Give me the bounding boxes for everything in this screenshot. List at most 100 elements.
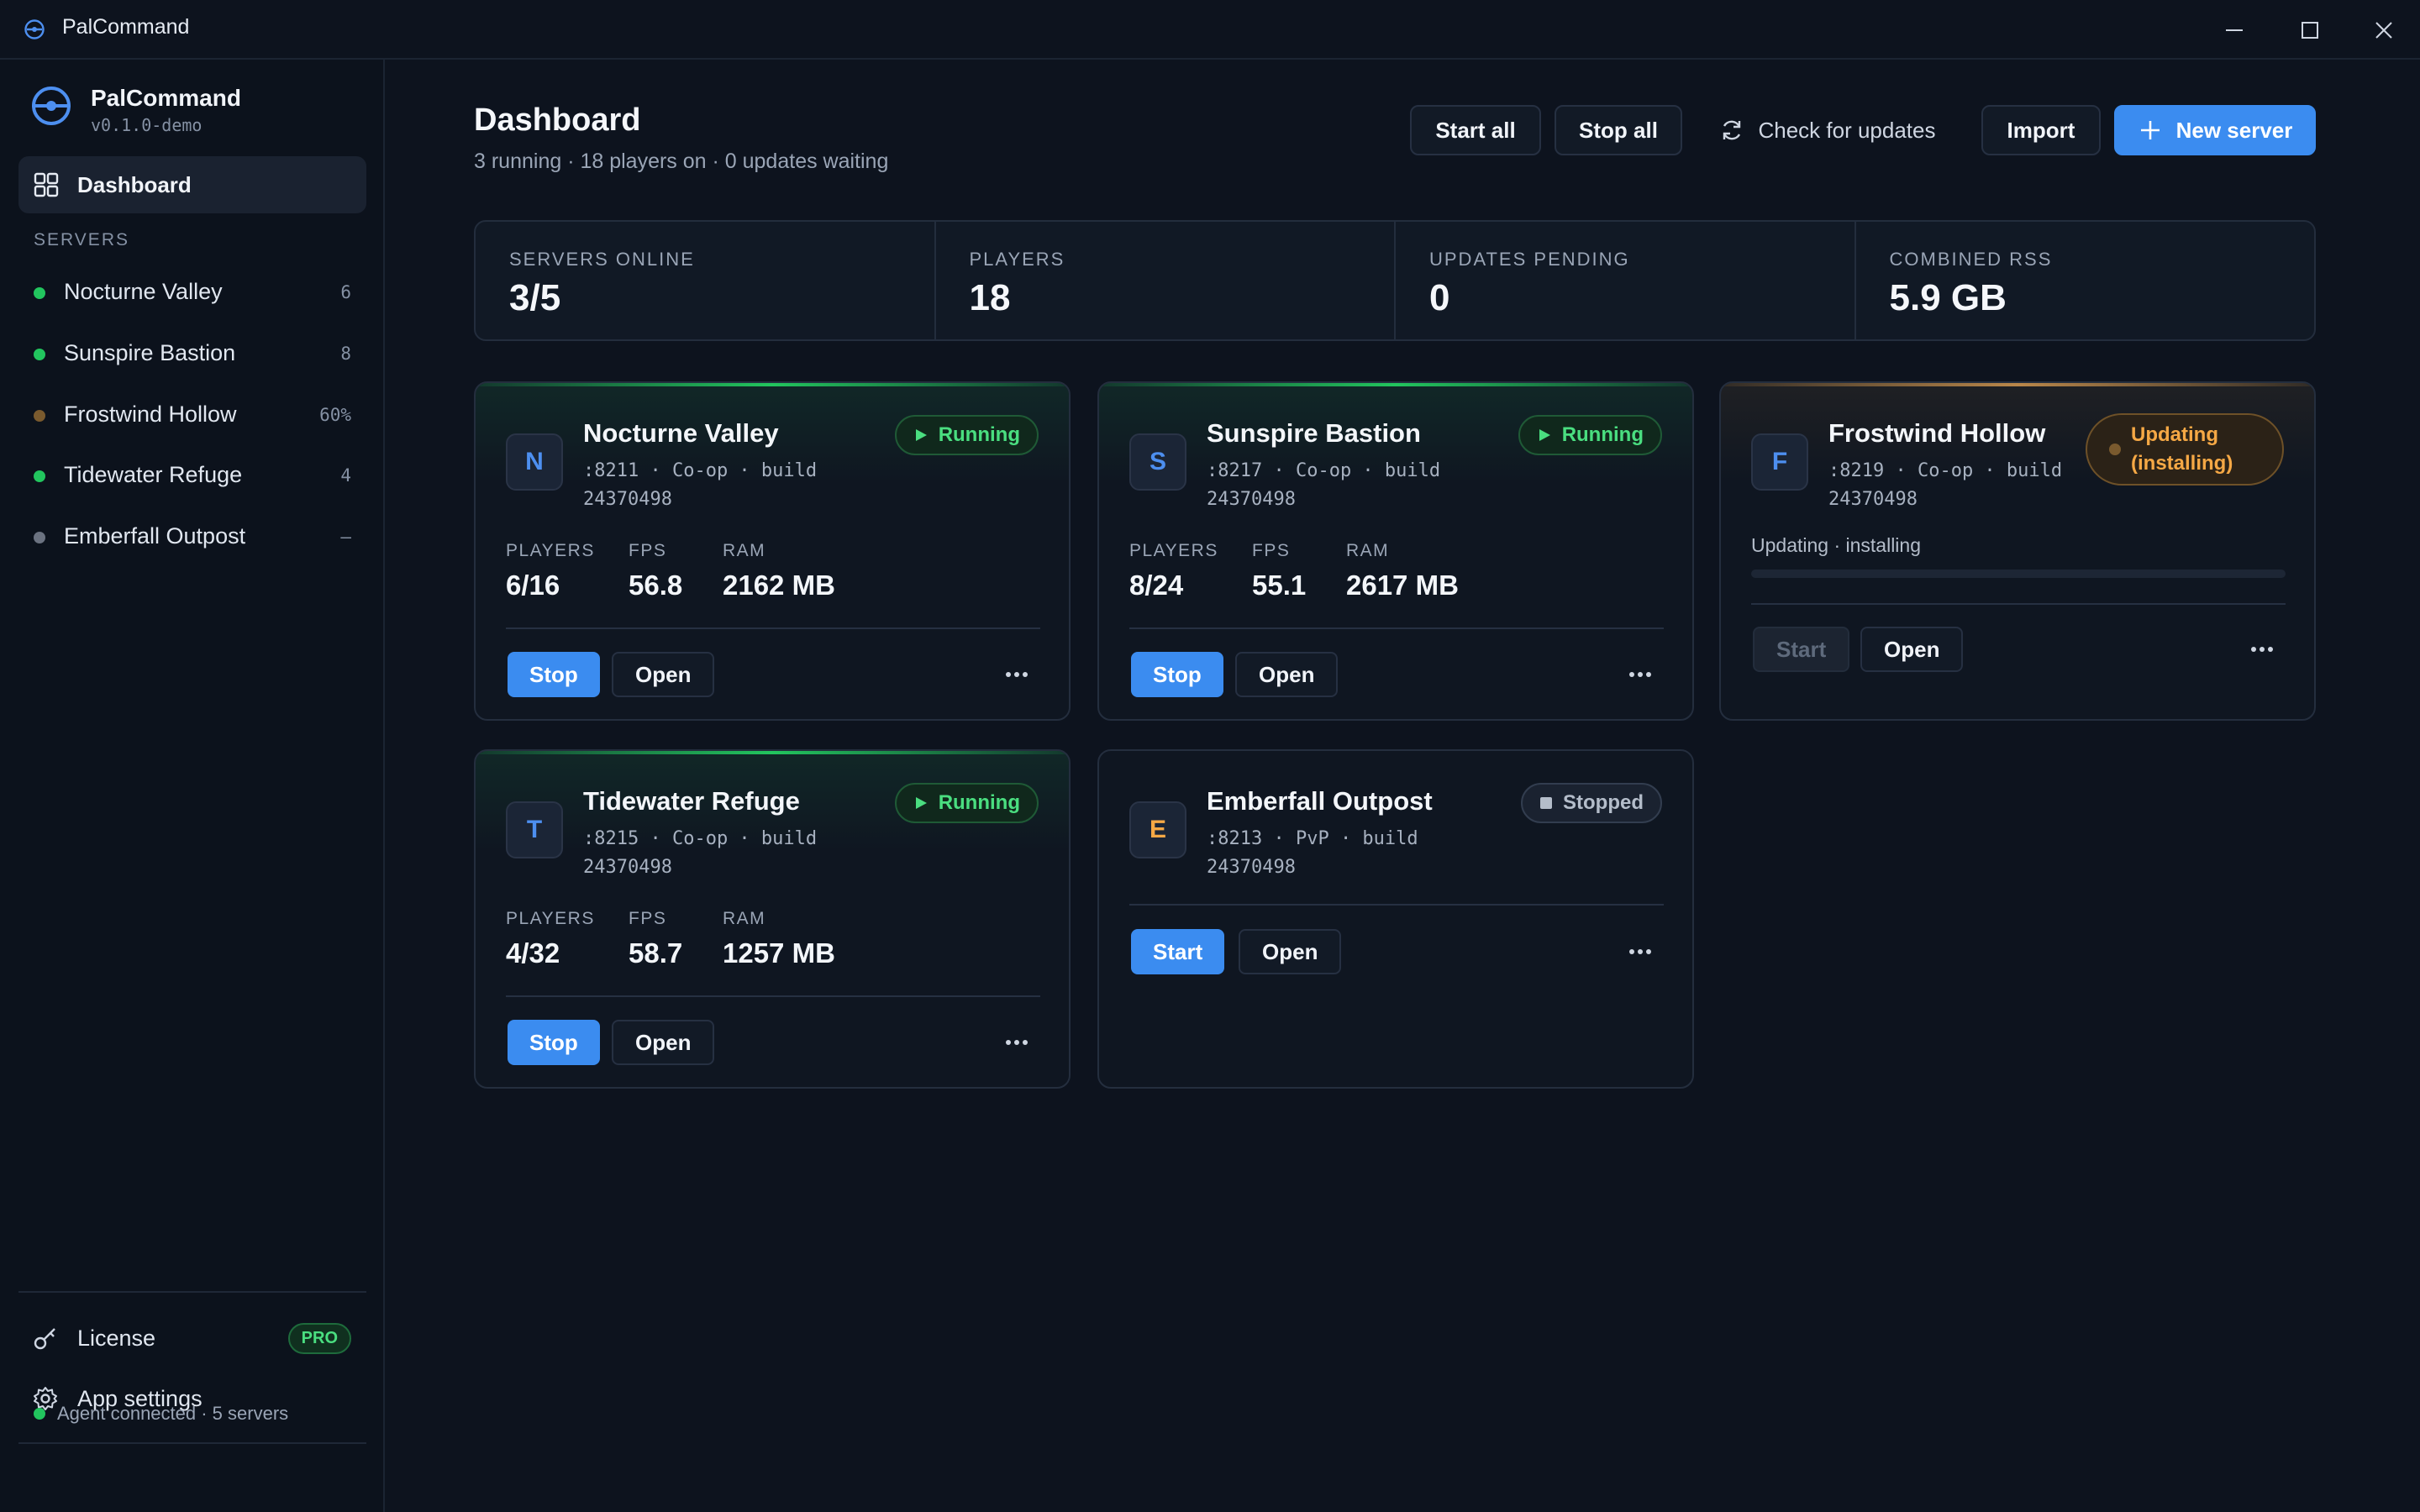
stat-combined-rss: COMBINED RSS 5.9 GB xyxy=(1856,222,2315,339)
sidebar-item-label: Nocturne Valley xyxy=(64,279,223,304)
agent-status-dot xyxy=(34,1408,45,1420)
metric-ram: 2617 MB xyxy=(1346,570,1459,601)
update-progress-bar xyxy=(1751,570,2286,578)
metric-ram: 1257 MB xyxy=(723,937,835,969)
app-logo-icon xyxy=(24,19,45,39)
more-icon xyxy=(1006,672,1028,677)
open-button[interactable]: Open xyxy=(1235,652,1339,697)
stop-button[interactable]: Stop xyxy=(1131,652,1223,697)
close-window-button[interactable] xyxy=(2369,15,2399,45)
start-button[interactable]: Start xyxy=(1131,929,1225,974)
status-badge-label: Running xyxy=(1561,423,1644,446)
sidebar-item-tidewater-refuge[interactable]: Tidewater Refuge 4 xyxy=(18,449,366,499)
server-card-tidewater-refuge: T Tidewater Refuge :8215 · Co-op · build… xyxy=(474,749,1071,1089)
progress-label: Updating · installing xyxy=(1751,534,1922,556)
import-button[interactable]: Import xyxy=(1981,105,2101,155)
title-bar: PalCommand xyxy=(0,0,2420,60)
start-button[interactable]: Start xyxy=(1753,627,1850,672)
check-updates-label: Check for updates xyxy=(1758,117,1936,143)
sidebar-item-label: Frostwind Hollow xyxy=(64,402,237,427)
maximize-button[interactable] xyxy=(2295,15,2325,45)
server-avatar: E xyxy=(1129,801,1186,858)
status-dot xyxy=(34,287,45,299)
sidebar-item-sunspire-bastion[interactable]: Sunspire Bastion 8 xyxy=(18,327,366,377)
sidebar-item-label: Emberfall Outpost xyxy=(64,523,246,549)
metric-fps: 56.8 xyxy=(629,570,683,601)
metric-label-players: PLAYERS xyxy=(506,909,595,928)
new-server-label: New server xyxy=(2175,117,2293,143)
status-badge-label: Running xyxy=(938,423,1020,446)
card-divider xyxy=(1129,627,1664,629)
more-options-button[interactable] xyxy=(1000,658,1034,691)
nav-license[interactable]: License PRO xyxy=(18,1312,366,1362)
page-subtitle: 3 running · 18 players on · 0 updates wa… xyxy=(474,150,889,173)
card-accent-bar xyxy=(476,751,1069,754)
metric-label-fps: FPS xyxy=(629,541,667,560)
sidebar-item-nocturne-valley[interactable]: Nocturne Valley 6 xyxy=(18,265,366,316)
new-server-button[interactable]: New server xyxy=(2114,105,2316,155)
start-all-button[interactable]: Start all xyxy=(1410,105,1541,155)
metric-label-ram: RAM xyxy=(1346,541,1390,560)
status-badge: Updating (installing) xyxy=(2086,413,2284,486)
sidebar-item-count: 4 xyxy=(340,465,351,486)
stat-label: SERVERS ONLINE xyxy=(509,249,695,270)
open-button[interactable]: Open xyxy=(1239,929,1342,974)
minimize-icon xyxy=(2226,29,2243,31)
metric-label-players: PLAYERS xyxy=(506,541,595,560)
card-divider xyxy=(1751,603,2286,605)
open-button[interactable]: Open xyxy=(612,1020,715,1065)
stop-all-button[interactable]: Stop all xyxy=(1555,105,1682,155)
status-dot xyxy=(34,349,45,360)
metric-players: 8/24 xyxy=(1129,570,1184,601)
metric-fps: 55.1 xyxy=(1252,570,1307,601)
metric-ram: 2162 MB xyxy=(723,570,835,601)
pro-badge: PRO xyxy=(287,1323,351,1354)
nav-dashboard[interactable]: Dashboard xyxy=(18,156,366,213)
metric-fps: 58.7 xyxy=(629,937,683,969)
status-badge: Running xyxy=(1518,415,1662,455)
card-divider xyxy=(506,627,1040,629)
grid-icon xyxy=(34,172,59,197)
nav-license-label: License xyxy=(77,1326,156,1351)
sidebar-item-emberfall-outpost[interactable]: Emberfall Outpost – xyxy=(18,510,366,560)
stop-button[interactable]: Stop xyxy=(508,652,600,697)
open-button[interactable]: Open xyxy=(1860,627,1964,672)
open-button[interactable]: Open xyxy=(612,652,715,697)
sidebar-item-count: 60% xyxy=(319,405,351,425)
status-badge-label: Stopped xyxy=(1563,791,1644,814)
card-divider xyxy=(1129,904,1664,906)
more-icon xyxy=(1006,1040,1028,1045)
more-options-button[interactable] xyxy=(1623,935,1657,969)
server-avatar: S xyxy=(1129,433,1186,491)
nav-dashboard-label: Dashboard xyxy=(77,172,192,197)
server-name: Tidewater Refuge xyxy=(583,786,800,816)
status-dot xyxy=(34,470,45,482)
stop-button[interactable]: Stop xyxy=(508,1020,600,1065)
status-badge-label: Updating (installing) xyxy=(2131,423,2233,475)
more-icon xyxy=(1629,672,1651,677)
sidebar-item-frostwind-hollow[interactable]: Frostwind Hollow 60% xyxy=(18,388,366,438)
check-updates-button[interactable]: Check for updates xyxy=(1706,105,1949,155)
stop-square-icon xyxy=(1540,797,1552,809)
stat-label: PLAYERS xyxy=(969,249,1065,270)
server-name: Emberfall Outpost xyxy=(1207,786,1433,816)
more-options-button[interactable] xyxy=(1000,1026,1034,1059)
status-badge-label: Running xyxy=(938,791,1020,814)
sidebar-divider xyxy=(18,1442,366,1444)
brand-name: PalCommand xyxy=(91,85,241,111)
more-options-button[interactable] xyxy=(2245,633,2279,666)
minimize-button[interactable] xyxy=(2219,15,2249,45)
status-dot xyxy=(34,410,45,422)
maximize-icon xyxy=(2302,22,2318,39)
metric-label-fps: FPS xyxy=(1252,541,1291,560)
metric-label-ram: RAM xyxy=(723,909,766,928)
sidebar-item-label: Tidewater Refuge xyxy=(64,462,243,487)
server-avatar: F xyxy=(1751,433,1808,491)
key-icon xyxy=(34,1328,55,1350)
metric-label-ram: RAM xyxy=(723,541,766,560)
server-meta: :8213 · PvP · build 24370498 xyxy=(1207,828,1418,878)
server-avatar: T xyxy=(506,801,563,858)
servers-section-label: SERVERS xyxy=(34,230,129,249)
plus-icon xyxy=(2140,121,2160,139)
more-options-button[interactable] xyxy=(1623,658,1657,691)
